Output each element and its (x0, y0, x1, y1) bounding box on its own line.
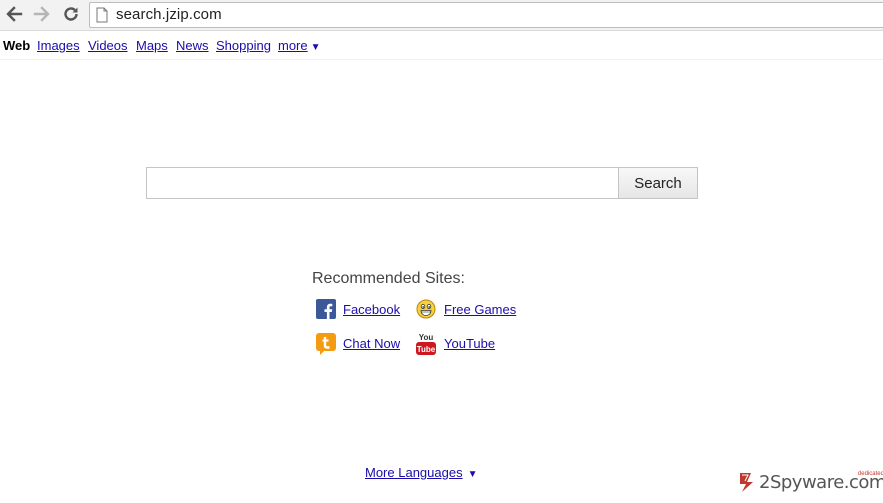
nav-more[interactable]: more ▼ (278, 38, 321, 53)
page-icon (96, 7, 108, 23)
smiley-icon[interactable] (416, 299, 436, 319)
nav-videos[interactable]: Videos (88, 38, 128, 53)
youtube-icon[interactable]: You Tube (416, 332, 436, 356)
address-url: search.jzip.com (116, 6, 222, 23)
watermark-logo: 2Spyware.com dedicated (737, 470, 883, 494)
browser-toolbar: search.jzip.com (0, 0, 883, 31)
nav-news[interactable]: News (176, 38, 209, 53)
watermark-emblem-icon (740, 473, 753, 492)
recommended-title: Recommended Sites: (312, 270, 465, 287)
nav-more-label: more (278, 38, 308, 53)
facebook-icon[interactable] (316, 299, 336, 319)
search-button[interactable]: Search (618, 167, 698, 199)
site-link-youtube[interactable]: YouTube (444, 336, 495, 351)
top-navigation: Web Images Videos Maps News Shopping mor… (0, 31, 883, 60)
nav-shopping[interactable]: Shopping (216, 38, 271, 53)
site-link-chat-now[interactable]: Chat Now (343, 336, 400, 351)
chat-icon[interactable] (316, 333, 336, 355)
site-link-facebook[interactable]: Facebook (343, 302, 400, 317)
svg-text:Tube: Tube (417, 345, 436, 354)
reload-button[interactable] (60, 3, 82, 25)
nav-images[interactable]: Images (37, 38, 80, 53)
search-input[interactable] (146, 167, 619, 199)
nav-web[interactable]: Web (3, 38, 30, 53)
caret-down-icon: ▼ (467, 469, 478, 480)
nav-maps[interactable]: Maps (136, 38, 168, 53)
back-button[interactable] (3, 3, 25, 25)
caret-down-icon: ▼ (310, 42, 321, 53)
forward-arrow-icon (33, 6, 50, 22)
forward-button[interactable] (31, 3, 53, 25)
site-link-free-games[interactable]: Free Games (444, 302, 516, 317)
svg-text:You: You (419, 333, 434, 342)
back-arrow-icon (6, 6, 23, 22)
address-bar[interactable]: search.jzip.com (89, 2, 883, 28)
watermark-badge: dedicated (857, 471, 883, 477)
more-languages-link[interactable]: More Languages ▼ (365, 465, 477, 480)
more-languages-label: More Languages (365, 465, 463, 480)
reload-icon (64, 7, 78, 21)
